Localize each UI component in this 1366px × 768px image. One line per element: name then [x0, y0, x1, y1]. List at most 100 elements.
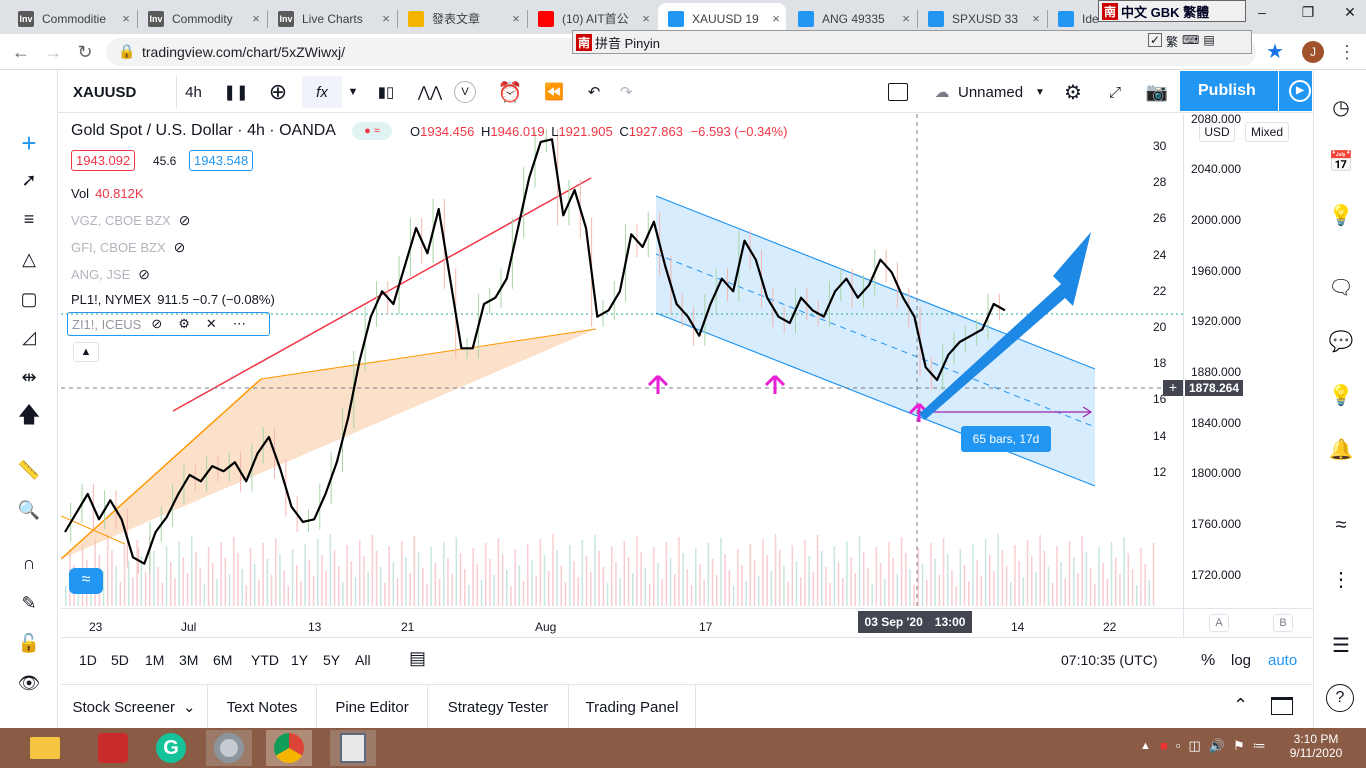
tray-wifi-icon[interactable]: ≔ [1253, 738, 1266, 754]
indicator-legend-row[interactable]: GFI, CBOE BZX ⊘ [71, 239, 185, 256]
templates-icon[interactable]: ⋀⋀ [416, 76, 444, 108]
layout-name[interactable]: Unnamed [958, 76, 1023, 108]
forward-icon[interactable]: → [40, 40, 66, 64]
reload-icon[interactable]: ↻ [72, 40, 98, 64]
tab-close-icon[interactable]: × [896, 11, 916, 26]
collapse-legend-icon[interactable]: ▲ [73, 342, 99, 362]
goto-date-icon[interactable]: ▤ [409, 648, 426, 669]
browser-menu-icon[interactable]: ⋮ [1334, 40, 1360, 64]
browser-tab[interactable]: 發表文章 × [398, 3, 526, 34]
range-button-5d[interactable]: 5D [111, 652, 129, 668]
tab-close-icon[interactable]: × [376, 11, 396, 26]
chevron-down-icon[interactable]: ⌄ [183, 698, 196, 716]
range-button-1d[interactable]: 1D [79, 652, 97, 668]
system-tray[interactable]: ■ ▫ ◫ 🔊 ⚑ ≔ [1160, 738, 1266, 754]
date-range-label[interactable]: 65 bars, 17d [961, 426, 1051, 452]
range-button-all[interactable]: All [355, 652, 371, 668]
back-icon[interactable]: ← [8, 40, 34, 64]
auto-toggle[interactable]: auto [1268, 652, 1297, 669]
zi-indicator-row[interactable]: ZI1!, ICEUS ⊘ ⚙ ✕ ⋯ [67, 312, 270, 336]
pl-indicator-name[interactable]: PL1!, NYMEX [71, 292, 151, 307]
range-button-3m[interactable]: 3M [179, 652, 198, 668]
watchlist-clock-icon[interactable]: ◷ [1326, 92, 1356, 122]
tradingview-logo-icon[interactable]: ≈ [69, 568, 103, 594]
data-window-icon[interactable]: ≈ [1326, 510, 1356, 540]
tray-network-icon[interactable]: ▫ [1176, 738, 1181, 754]
tray-chevron-icon[interactable]: ▲ [1140, 740, 1151, 752]
browser-tab[interactable]: Inv Commoditie × [8, 3, 136, 34]
financials-icon[interactable]: ▮▯ [372, 76, 400, 108]
taskbar-clock[interactable]: 3:10 PM 9/11/2020 [1286, 732, 1346, 760]
layout-chevron-icon[interactable]: ▼ [1032, 76, 1048, 108]
tab-close-icon[interactable]: × [1026, 11, 1046, 26]
lock-drawings-icon[interactable]: 🔓 [14, 628, 44, 658]
chevron-down-icon[interactable]: ▼ [344, 76, 362, 108]
measure-icon[interactable]: ⇹ [14, 362, 44, 392]
percent-toggle[interactable]: % [1201, 652, 1215, 670]
range-button-ytd[interactable]: YTD [251, 652, 279, 668]
help-icon[interactable]: ? [1326, 684, 1354, 712]
chart-pane[interactable]: Gold Spot / U.S. Dollar · 4h · OANDA ● ≈… [61, 112, 1313, 637]
chat-icon[interactable]: 🗨 [1326, 272, 1356, 302]
publish-button[interactable]: Publish ▶ [1180, 71, 1312, 111]
symbol-title[interactable]: Gold Spot / U.S. Dollar · 4h · OANDA [71, 122, 336, 140]
restore-icon[interactable]: ❐ [1296, 4, 1320, 21]
streams-icon[interactable]: 💡 [1326, 380, 1356, 410]
template-v-icon[interactable]: V [454, 81, 476, 103]
interval-selector[interactable]: 4h [176, 76, 210, 108]
scale-b-button[interactable]: B [1273, 614, 1293, 632]
file-explorer-icon[interactable] [22, 730, 68, 766]
messages-icon[interactable]: 💬 [1326, 326, 1356, 356]
market-status-icon[interactable]: ● ≈ [351, 122, 392, 140]
chrome-alt-icon[interactable] [206, 730, 252, 766]
calendar-icon[interactable]: 📅 [1326, 146, 1356, 176]
fib-retracement-icon[interactable]: ≡ [14, 204, 44, 234]
redo-icon[interactable]: ↷ [612, 76, 640, 108]
indicator-name[interactable]: VGZ, CBOE BZX [71, 213, 171, 228]
tray-volume-icon[interactable]: 🔊 [1209, 738, 1225, 754]
indicator-name[interactable]: ANG, JSE [71, 267, 130, 282]
indicator-legend-row[interactable]: ANG, JSE ⊘ [71, 266, 150, 283]
range-button-5y[interactable]: 5Y [323, 652, 340, 668]
panel-tab-stock-screener[interactable]: Stock Screener ⌄ [61, 685, 208, 729]
scale-a-button[interactable]: A [1209, 614, 1229, 632]
tab-close-icon[interactable]: × [506, 11, 526, 26]
ime-trad-toggle[interactable]: 繁 [1166, 33, 1178, 50]
indicator-name[interactable]: GFI, CBOE BZX [71, 240, 166, 255]
tray-ime-icon[interactable]: ■ [1160, 738, 1168, 754]
price-chart-svg[interactable] [61, 114, 1313, 637]
ime-pinyin-text[interactable]: 拼音 Pinyin [595, 33, 660, 52]
eye-hidden-icon[interactable]: ⊘ [179, 212, 191, 229]
bookmark-star-icon[interactable]: ★ [1262, 40, 1288, 64]
minimize-icon[interactable]: – [1250, 4, 1274, 20]
eye-hidden-icon[interactable]: ⊘ [151, 316, 162, 332]
indicator-more-icon[interactable]: ⋯ [233, 316, 246, 332]
chrome-icon[interactable] [266, 730, 312, 766]
prediction-icon[interactable]: ◿ [14, 322, 44, 352]
ime-app-icon[interactable] [90, 730, 136, 766]
ime-settings-icon[interactable]: ▤ [1203, 33, 1214, 50]
publish-play-icon[interactable]: ▶ [1289, 80, 1311, 102]
zoom-in-icon[interactable]: 🔍 [14, 495, 44, 525]
ask-price-box[interactable]: 1943.548 [189, 150, 254, 171]
range-button-1y[interactable]: 1Y [291, 652, 308, 668]
panel-tab-text-notes[interactable]: Text Notes [208, 685, 317, 729]
range-button-6m[interactable]: 6M [213, 652, 232, 668]
tab-close-icon[interactable]: × [766, 11, 786, 26]
profile-avatar[interactable]: J [1302, 41, 1324, 63]
grammarly-icon[interactable]: G [148, 730, 194, 766]
magnet-icon[interactable]: ∩ [14, 548, 44, 578]
tab-close-icon[interactable]: × [636, 11, 656, 26]
replay-icon[interactable]: ⏪ [540, 76, 568, 108]
settings-gear-icon[interactable]: ⚙ [1058, 76, 1088, 108]
eye-hidden-icon[interactable]: ⊘ [138, 266, 150, 283]
symbol-search[interactable]: XAUUSD [73, 76, 136, 108]
tray-usb-icon[interactable]: ◫ [1188, 738, 1200, 754]
panel-tab-trading-panel[interactable]: Trading Panel [569, 685, 696, 729]
bid-price-box[interactable]: 1943.092 [71, 150, 136, 171]
indicator-close-icon[interactable]: ✕ [206, 316, 217, 332]
trendline-icon[interactable]: ➚ [14, 165, 44, 195]
alert-icon[interactable]: ⏰ [496, 76, 524, 108]
tab-close-icon[interactable]: × [116, 11, 136, 26]
indicators-button[interactable]: fx [302, 76, 342, 108]
